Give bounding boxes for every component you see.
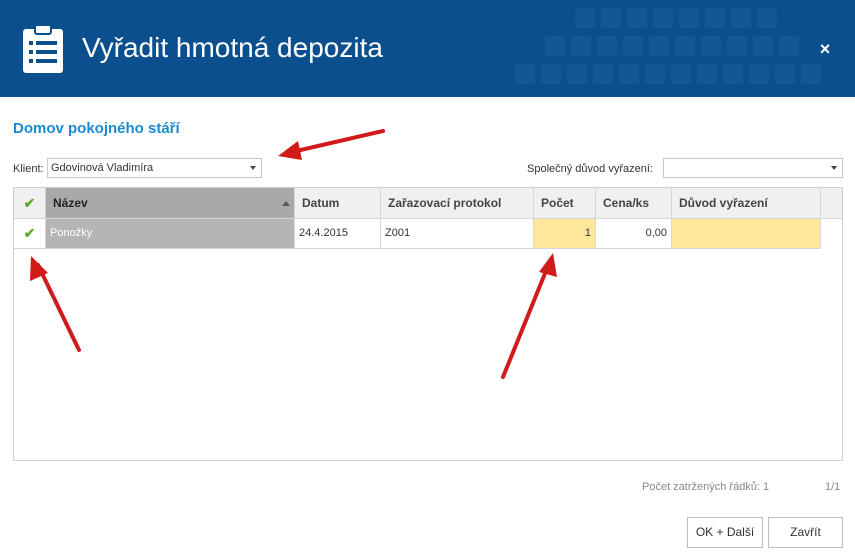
column-header-cena[interactable]: Cena/ks [596, 188, 672, 219]
column-header-check[interactable]: ✔ [14, 188, 46, 219]
cell-cena[interactable]: 0,00 [596, 219, 672, 249]
deposit-grid: ✔ Název Datum Zařazovací protokol Počet … [13, 187, 843, 461]
check-icon[interactable]: ✔ [14, 219, 45, 248]
sort-ascending-icon [282, 201, 290, 206]
check-all-icon[interactable]: ✔ [14, 188, 45, 218]
cell-duvod[interactable] [672, 219, 821, 249]
facility-name: Domov pokojného stáří [13, 120, 180, 137]
column-header-datum[interactable]: Datum [295, 188, 381, 219]
shared-reason-label: Společný důvod vyřazení: [527, 163, 653, 175]
column-header-pocet[interactable]: Počet [534, 188, 596, 219]
cell-protokol[interactable]: Z001 [381, 219, 534, 249]
clipboard-list-icon [23, 24, 63, 73]
chevron-down-icon[interactable] [831, 166, 837, 170]
arrow-to-client-select [290, 129, 385, 154]
close-icon[interactable]: × [813, 37, 837, 61]
cell-pocet[interactable]: 1 [534, 219, 596, 249]
arrowhead-client [278, 141, 302, 160]
checked-rows-count: Počet zatržených řádků: 1 [642, 481, 770, 493]
window-title: Vyřadit hmotná depozita [82, 32, 383, 63]
column-header-nazev[interactable]: Název [46, 188, 295, 219]
cell-nazev[interactable]: Ponožky [46, 219, 295, 249]
row-checkbox[interactable]: ✔ [14, 219, 46, 249]
shared-reason-select[interactable] [663, 158, 843, 178]
cell-datum[interactable]: 24.4.2015 [295, 219, 381, 249]
close-button[interactable]: Zavřít [768, 517, 843, 548]
ok-next-button[interactable]: OK + Další [687, 517, 763, 548]
header-pattern [515, 8, 821, 84]
window-header: Vyřadit hmotná depozita × [0, 0, 855, 97]
column-header-protokol[interactable]: Zařazovací protokol [381, 188, 534, 219]
column-header-duvod[interactable]: Důvod vyřazení [672, 188, 821, 219]
client-select[interactable]: Gdovinová Vladimíra [47, 158, 262, 178]
column-header-filler [821, 188, 842, 219]
page-indicator: 1/1 [825, 481, 841, 493]
chevron-down-icon[interactable] [250, 166, 256, 170]
client-label: Klient: [13, 163, 44, 175]
client-select-value: Gdovinová Vladimíra [51, 162, 154, 174]
column-header-label: Název [53, 196, 88, 210]
